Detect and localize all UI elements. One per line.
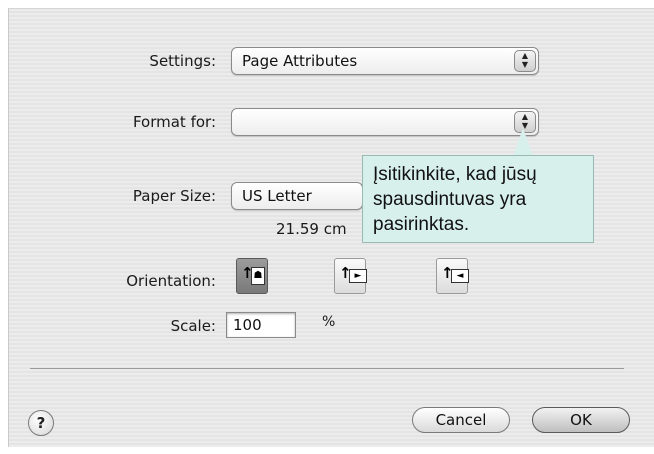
scale-input[interactable]: [226, 312, 296, 338]
format-for-label: Format for:: [132, 113, 216, 131]
portrait-person-icon: ☗: [251, 267, 265, 285]
paper-size-popup[interactable]: US Letter: [231, 182, 363, 210]
paper-size-label: Paper Size:: [132, 187, 216, 205]
help-button[interactable]: ?: [28, 410, 54, 436]
cancel-button[interactable]: Cancel: [412, 407, 510, 433]
orientation-label: Orientation:: [126, 272, 216, 290]
settings-label: Settings:: [149, 52, 216, 70]
orientation-portrait-button[interactable]: ↑ ☗: [236, 258, 268, 294]
ok-button[interactable]: OK: [532, 407, 630, 433]
callout-tooltip: Įsitikinkite, kad jūsų spausdintuvas yra…: [362, 155, 594, 243]
orientation-landscape-right-button[interactable]: ↑ ◄: [436, 258, 469, 294]
orientation-landscape-left-button[interactable]: ↑ ►: [334, 258, 367, 294]
scale-label: Scale:: [170, 317, 216, 335]
format-for-popup[interactable]: ▲ ▼: [231, 108, 539, 136]
settings-popup[interactable]: Page Attributes ▲ ▼: [231, 47, 539, 75]
paper-dimensions: 21.59 cm: [276, 220, 347, 238]
tooltip-pointer: [513, 128, 533, 156]
updown-arrows-icon: ▲ ▼: [514, 50, 536, 72]
separator: [30, 368, 624, 369]
landscape-right-icon: ◄: [451, 269, 469, 283]
settings-value: Page Attributes: [242, 52, 358, 70]
landscape-left-icon: ►: [349, 269, 367, 283]
paper-size-value: US Letter: [242, 187, 312, 205]
scale-percent-symbol: %: [322, 314, 336, 330]
